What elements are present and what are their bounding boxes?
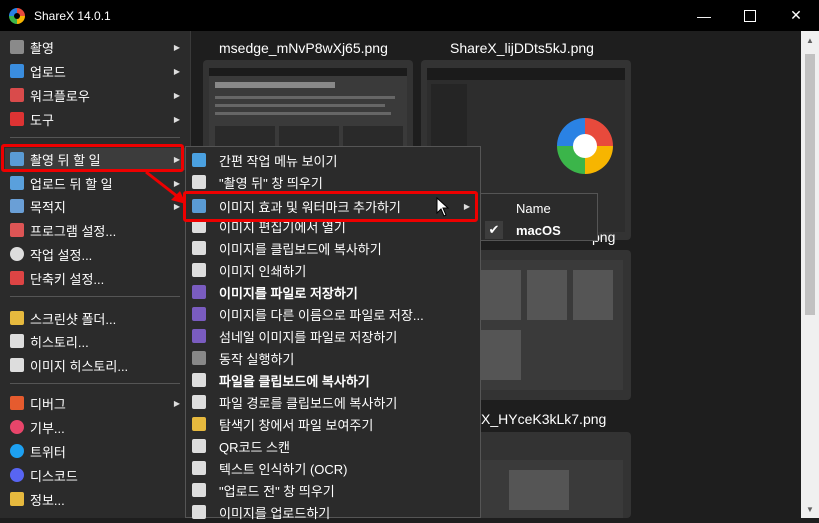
annotation-arrow [145, 170, 186, 204]
mouse-cursor-icon [436, 197, 450, 217]
